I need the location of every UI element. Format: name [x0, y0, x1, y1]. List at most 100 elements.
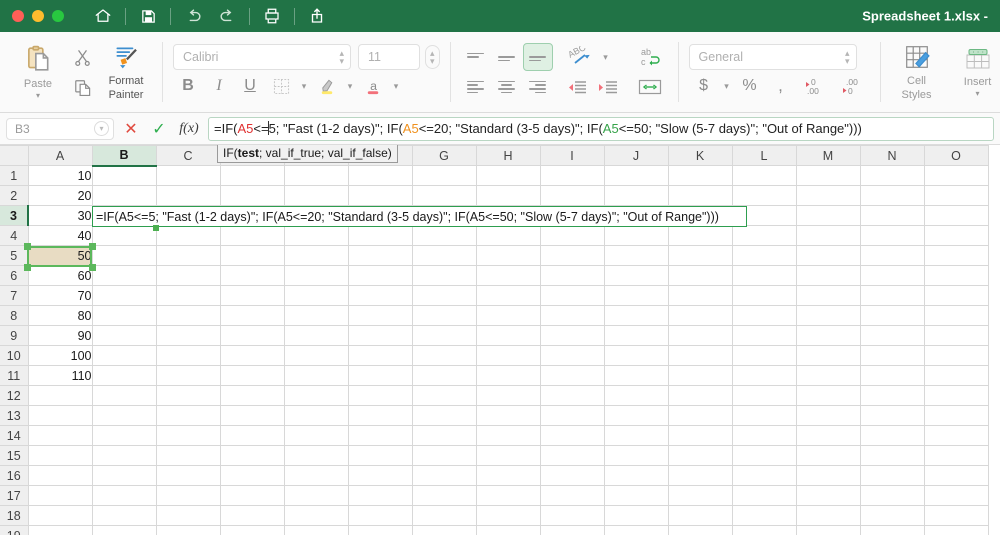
cell-h2[interactable] [476, 185, 541, 206]
column-header-e[interactable]: E [284, 145, 349, 166]
percent-button[interactable]: % [735, 72, 765, 100]
cell-n4[interactable] [860, 225, 925, 246]
cell-j3[interactable] [604, 205, 669, 226]
cell-b15[interactable] [92, 445, 157, 466]
row-header-12[interactable]: 12 [0, 385, 29, 406]
cell-o10[interactable] [924, 345, 989, 366]
cell-d4[interactable] [220, 225, 285, 246]
cell-h5[interactable] [476, 245, 541, 266]
share-icon[interactable] [300, 3, 334, 29]
cell-o19[interactable] [924, 525, 989, 535]
cell-b14[interactable] [92, 425, 157, 446]
cell-b9[interactable] [92, 325, 157, 346]
save-icon[interactable] [131, 3, 165, 29]
home-icon[interactable] [86, 3, 120, 29]
cell-g3[interactable] [412, 205, 477, 226]
cell-a3[interactable]: 30 [28, 205, 93, 226]
cell-m5[interactable] [796, 245, 861, 266]
cell-e7[interactable] [284, 285, 349, 306]
cell-l2[interactable] [732, 185, 797, 206]
cell-l17[interactable] [732, 485, 797, 506]
cell-l14[interactable] [732, 425, 797, 446]
cell-i15[interactable] [540, 445, 605, 466]
cell-m13[interactable] [796, 405, 861, 426]
cell-l10[interactable] [732, 345, 797, 366]
paste-button[interactable]: Paste ▾ [12, 36, 64, 108]
number-format-select[interactable]: General ▴ ▾ [688, 44, 857, 70]
select-all-corner[interactable] [0, 145, 29, 166]
cell-h11[interactable] [476, 365, 541, 386]
highlight-color-button[interactable] [312, 72, 342, 100]
cell-f10[interactable] [348, 345, 413, 366]
window-controls[interactable] [12, 10, 64, 22]
cell-j15[interactable] [604, 445, 669, 466]
decrease-decimal-button[interactable]: .00 0 [834, 72, 870, 100]
column-header-l[interactable]: L [732, 145, 797, 166]
cell-f7[interactable] [348, 285, 413, 306]
cell-a5[interactable]: 50 [28, 245, 93, 266]
format-painter-button[interactable]: Format Painter [100, 36, 152, 108]
cell-c12[interactable] [156, 385, 221, 406]
row-header-18[interactable]: 18 [0, 505, 29, 526]
cell-c17[interactable] [156, 485, 221, 506]
cell-m14[interactable] [796, 425, 861, 446]
cell-o17[interactable] [924, 485, 989, 506]
spreadsheet-grid[interactable]: A B C D E F G H I J K L M N O 1 10 2 20 3 30 4 40 5 50 6 60 7 70 8 80 9… [0, 145, 1000, 535]
row-header-3[interactable]: 3 [0, 205, 29, 226]
cell-j2[interactable] [604, 185, 669, 206]
cell-j8[interactable] [604, 305, 669, 326]
cell-i3[interactable] [540, 205, 605, 226]
font-family-select[interactable]: Calibri ▴ ▾ [173, 44, 351, 70]
cell-d11[interactable] [220, 365, 285, 386]
cell-a1[interactable]: 10 [28, 165, 93, 186]
cell-l18[interactable] [732, 505, 797, 526]
cell-c6[interactable] [156, 265, 221, 286]
cell-l7[interactable] [732, 285, 797, 306]
cell-g4[interactable] [412, 225, 477, 246]
cell-o12[interactable] [924, 385, 989, 406]
column-header-d[interactable]: D [220, 145, 285, 166]
cell-l12[interactable] [732, 385, 797, 406]
increase-indent-button[interactable] [593, 73, 623, 101]
cell-m9[interactable] [796, 325, 861, 346]
cell-m12[interactable] [796, 385, 861, 406]
print-icon[interactable] [255, 3, 289, 29]
cell-e6[interactable] [284, 265, 349, 286]
cell-e4[interactable] [284, 225, 349, 246]
cell-k6[interactable] [668, 265, 733, 286]
cell-m3[interactable] [796, 205, 861, 226]
cell-g13[interactable] [412, 405, 477, 426]
cell-m11[interactable] [796, 365, 861, 386]
cell-n1[interactable] [860, 165, 925, 186]
cell-g18[interactable] [412, 505, 477, 526]
cell-f16[interactable] [348, 465, 413, 486]
cell-n12[interactable] [860, 385, 925, 406]
cell-f18[interactable] [348, 505, 413, 526]
cell-b4[interactable] [92, 225, 157, 246]
cell-k12[interactable] [668, 385, 733, 406]
cell-d19[interactable] [220, 525, 285, 535]
cell-m6[interactable] [796, 265, 861, 286]
cell-j14[interactable] [604, 425, 669, 446]
align-top-button[interactable] [461, 43, 491, 71]
cell-d9[interactable] [220, 325, 285, 346]
chevron-updown-icon[interactable]: ▴ ▾ [339, 49, 346, 66]
cell-j9[interactable] [604, 325, 669, 346]
cell-e2[interactable] [284, 185, 349, 206]
cell-h14[interactable] [476, 425, 541, 446]
cell-l19[interactable] [732, 525, 797, 535]
cell-n11[interactable] [860, 365, 925, 386]
cell-h16[interactable] [476, 465, 541, 486]
cell-f9[interactable] [348, 325, 413, 346]
cell-o15[interactable] [924, 445, 989, 466]
cell-m7[interactable] [796, 285, 861, 306]
name-box[interactable]: B3 ▾ [6, 117, 114, 140]
cell-d5[interactable] [220, 245, 285, 266]
cell-b17[interactable] [92, 485, 157, 506]
cell-a16[interactable] [28, 465, 93, 486]
cell-m15[interactable] [796, 445, 861, 466]
cell-l3[interactable] [732, 205, 797, 226]
cell-h18[interactable] [476, 505, 541, 526]
cell-e12[interactable] [284, 385, 349, 406]
cell-c14[interactable] [156, 425, 221, 446]
